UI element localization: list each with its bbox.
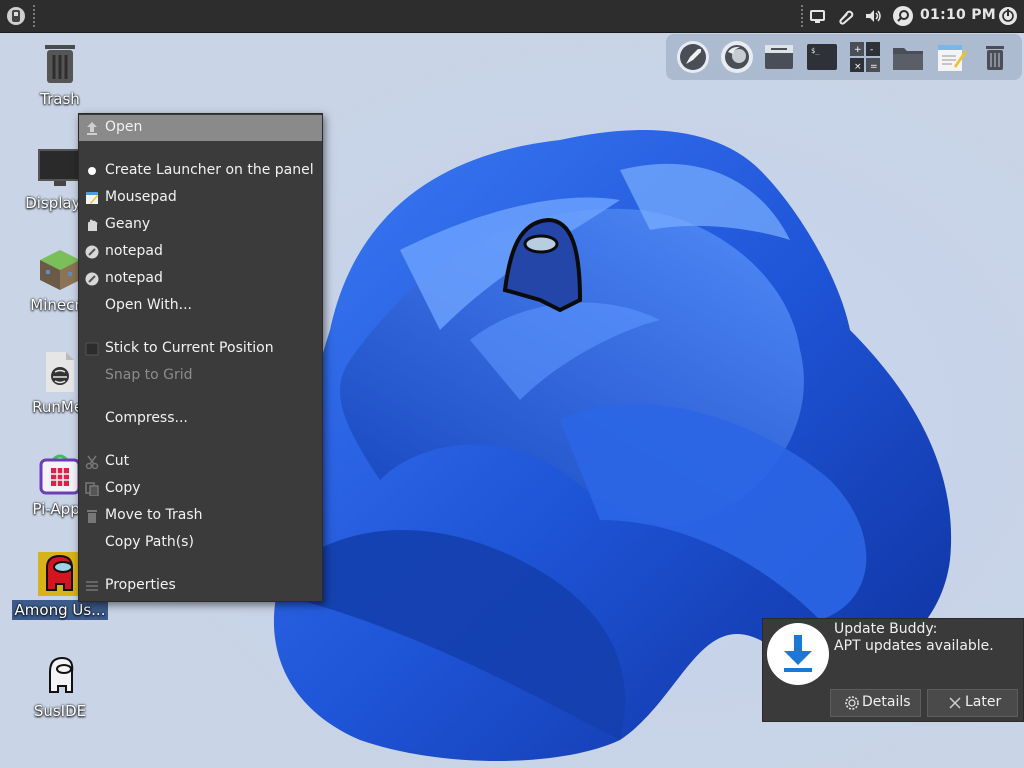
menu-item-move-to-trash[interactable]: Move to Trash [79, 503, 322, 529]
download-icon [767, 623, 829, 685]
desktop-icon-label: SusIDE [33, 702, 87, 720]
notification-body: APT updates available. [834, 638, 994, 654]
later-button[interactable]: Later [927, 689, 1018, 717]
desktop-icon-suside[interactable]: SusIDE [10, 654, 110, 720]
clipboard-icon[interactable] [835, 6, 855, 26]
among-us-icon [38, 552, 82, 596]
menu-item-open-with[interactable]: Open With... [79, 293, 322, 319]
svg-text:$_: $_ [811, 47, 820, 55]
text-editor-icon[interactable] [934, 40, 968, 74]
mousepad-icon [85, 191, 99, 205]
dock: $_ + - × = [666, 34, 1022, 80]
open-icon [85, 121, 99, 135]
terminal-icon[interactable]: $_ [805, 40, 839, 74]
update-notification: Update Buddy: APT updates available. Det… [762, 618, 1024, 722]
svg-text:+: + [854, 45, 862, 55]
screen-icon[interactable] [808, 6, 828, 26]
desktop-icon-trash[interactable]: Trash [10, 42, 110, 108]
menu-item-cut[interactable]: Cut [79, 449, 322, 475]
menu-item-stick-position[interactable]: Stick to Current Position [79, 336, 322, 362]
checkbox-icon[interactable] [85, 342, 99, 356]
trash-icon [85, 509, 99, 523]
svg-text:=: = [870, 62, 878, 72]
trash-icon [38, 42, 82, 86]
geany-icon [85, 218, 99, 232]
calculator-icon[interactable]: + - × = [848, 40, 882, 74]
menu-item-copy-paths[interactable]: Copy Path(s) [79, 530, 322, 556]
display-icon [38, 146, 82, 190]
firefox-icon[interactable] [720, 40, 754, 74]
window-manager-icon[interactable] [762, 40, 796, 74]
search-icon[interactable] [893, 6, 913, 26]
menu-item-open[interactable]: Open [79, 115, 322, 141]
menu-item-create-launcher[interactable]: Create Launcher on the panel [79, 158, 322, 184]
panel-separator [33, 5, 37, 27]
clock[interactable]: 01:10 PM [920, 7, 996, 23]
notepad-icon [85, 245, 99, 259]
svg-text:-: - [870, 45, 873, 55]
menu-item-notepad-2[interactable]: notepad [79, 266, 322, 292]
menu-item-mousepad[interactable]: Mousepad [79, 185, 322, 211]
context-menu: Open Create Launcher on the panel Mousep… [78, 113, 323, 602]
rocket-launcher-icon[interactable] [676, 40, 710, 74]
menu-item-compress[interactable]: Compress... [79, 406, 322, 432]
volume-icon[interactable] [863, 6, 883, 26]
copy-icon [85, 482, 99, 497]
power-icon[interactable] [998, 6, 1018, 26]
notification-title: Update Buddy: [834, 621, 938, 637]
minecraft-icon [38, 248, 82, 292]
app-menu-icon[interactable] [5, 4, 27, 28]
panel-separator [801, 5, 805, 27]
bullet-icon [85, 164, 99, 178]
details-button[interactable]: Details [830, 689, 921, 717]
file-manager-icon[interactable] [891, 40, 925, 74]
svg-text:×: × [854, 62, 862, 72]
menu-item-geany[interactable]: Geany [79, 212, 322, 238]
notepad-icon [85, 272, 99, 286]
script-file-icon [38, 350, 82, 394]
menu-item-copy[interactable]: Copy [79, 476, 322, 502]
cut-icon [85, 455, 99, 470]
desktop-icon-label: Trash [40, 90, 80, 108]
trash-icon[interactable] [978, 40, 1012, 74]
properties-icon [85, 579, 99, 593]
pi-apps-icon [38, 452, 82, 496]
menu-item-snap-to-grid: Snap to Grid [105, 367, 193, 383]
top-panel: 01:10 PM [0, 0, 1024, 33]
desktop-icon-label: Among Us... [11, 600, 109, 620]
menu-item-notepad-1[interactable]: notepad [79, 239, 322, 265]
menu-item-properties[interactable]: Properties [79, 573, 322, 599]
suside-icon [38, 654, 82, 698]
